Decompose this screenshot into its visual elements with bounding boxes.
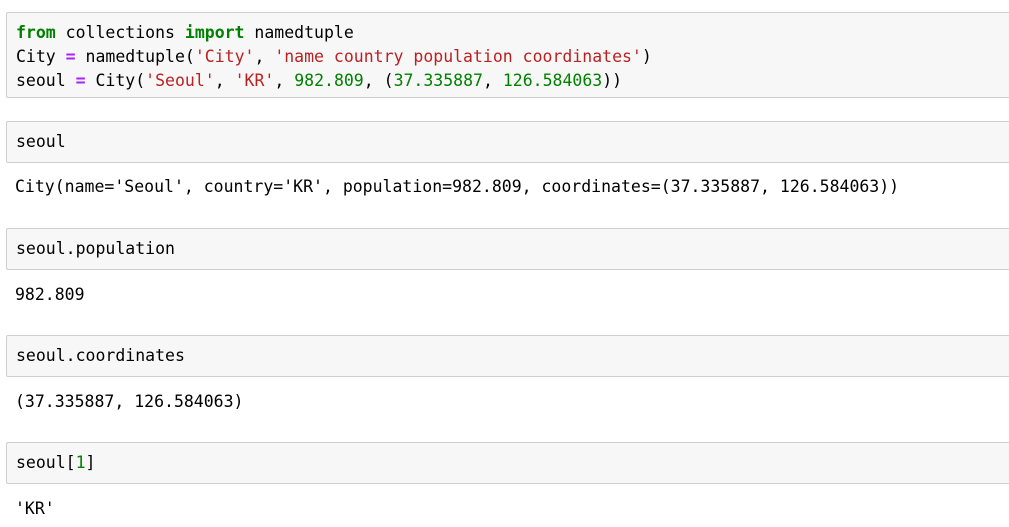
code-text: ) — [641, 47, 652, 66]
code-text: seoul — [16, 132, 66, 151]
code-cell-5-input[interactable]: seoul[1] — [6, 442, 1009, 484]
operator-assign: = — [65, 47, 76, 66]
code-text: City( — [85, 71, 146, 90]
number-literal: 37.335887 — [393, 71, 483, 90]
keyword-from: from — [16, 23, 56, 42]
number-literal: 126.584063 — [502, 71, 603, 90]
code-line: seoul — [16, 130, 66, 154]
code-text: City — [16, 47, 66, 66]
code-line-1: from collections import namedtuple — [16, 21, 354, 45]
code-text: , — [254, 47, 275, 66]
output-text: City(name='Seoul', country='KR', populat… — [15, 177, 900, 196]
string-literal: 'KR' — [234, 71, 275, 90]
code-text: seoul[ — [16, 453, 76, 472]
string-literal: 'name country population coordinates' — [274, 47, 642, 66]
string-literal: 'Seoul' — [145, 71, 215, 90]
code-text: )) — [602, 71, 623, 90]
code-text: , — [214, 71, 235, 90]
code-text: namedtuple( — [75, 47, 195, 66]
code-line-3: seoul = City('Seoul', 'KR', 982.809, (37… — [16, 69, 622, 93]
code-line: seoul.population — [16, 237, 175, 261]
code-cell-3-input[interactable]: seoul.population — [6, 228, 1009, 270]
code-text: seoul — [16, 71, 76, 90]
operator-assign: = — [75, 71, 86, 90]
output-text: 'KR' — [15, 499, 55, 518]
code-text: seoul.coordinates — [16, 346, 185, 365]
number-literal: 982.809 — [294, 71, 364, 90]
keyword-import: import — [184, 23, 245, 42]
code-text: seoul.population — [16, 239, 175, 258]
code-text: , — [274, 71, 295, 90]
code-text: ] — [85, 453, 96, 472]
output-text: (37.335887, 126.584063) — [15, 392, 244, 411]
string-literal: 'City' — [194, 47, 255, 66]
code-line: seoul[1] — [16, 451, 95, 475]
code-text: , — [482, 71, 503, 90]
code-cell-4-input[interactable]: seoul.coordinates — [6, 335, 1009, 377]
output-text: 982.809 — [15, 285, 85, 304]
number-literal: 1 — [75, 453, 86, 472]
code-text: namedtuple — [244, 23, 354, 42]
code-text: collections — [55, 23, 185, 42]
code-line-2: City = namedtuple('City', 'name country … — [16, 45, 652, 69]
code-line: seoul.coordinates — [16, 344, 185, 368]
code-cell-2-input[interactable]: seoul — [6, 121, 1009, 163]
code-cell-1-input[interactable]: from collections import namedtuple City … — [6, 12, 1009, 98]
code-text: , ( — [363, 71, 394, 90]
